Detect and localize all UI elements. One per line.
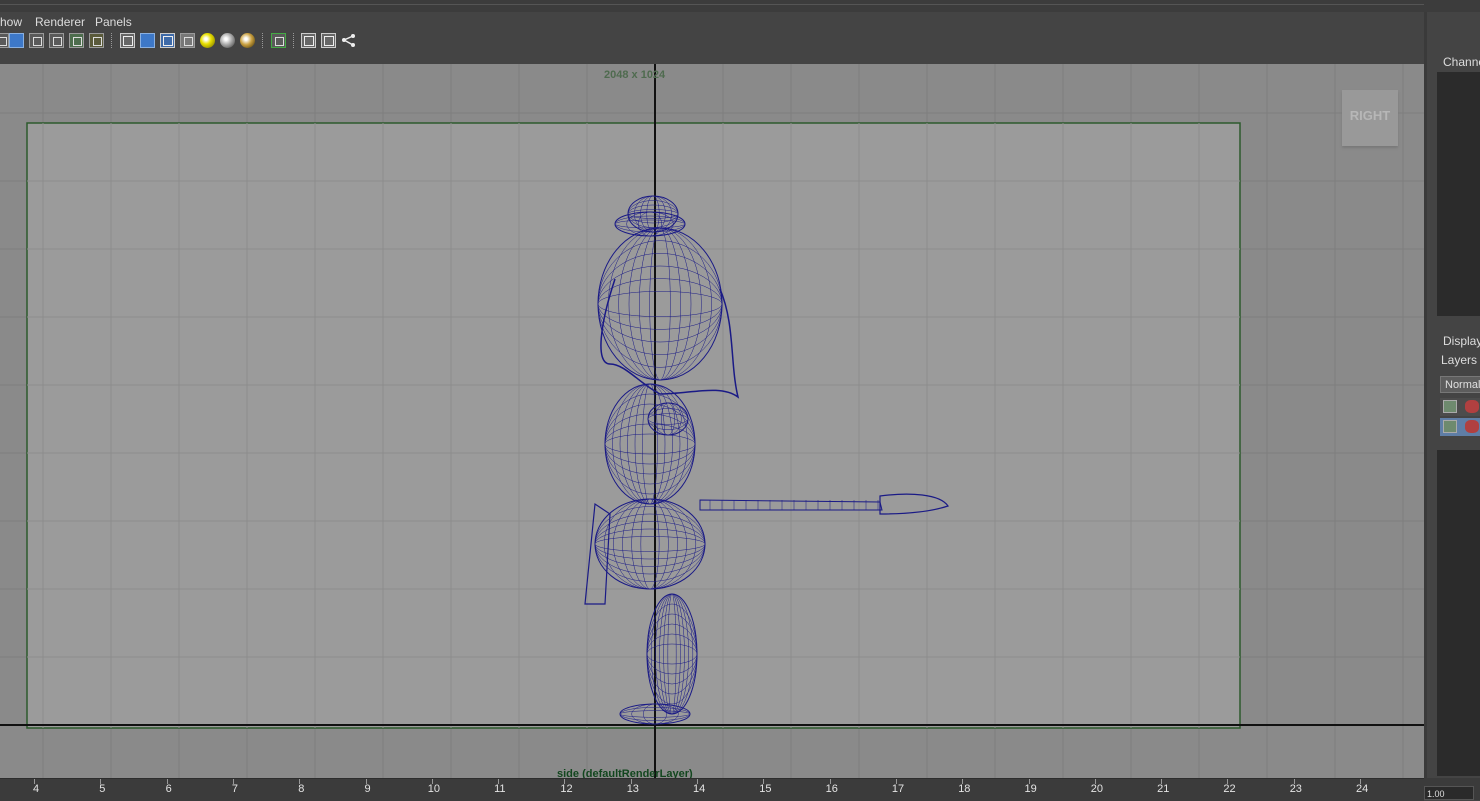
render-layer-icon[interactable] <box>1465 420 1479 433</box>
toolbar-separator <box>111 33 113 48</box>
time-frame-label: 23 <box>1289 783 1302 795</box>
default-material-icon[interactable] <box>140 33 155 48</box>
time-frame-label: 14 <box>693 783 706 795</box>
texture-icon[interactable] <box>69 33 84 48</box>
channel-box-title[interactable]: Channel <box>1443 55 1480 69</box>
hierarchy-icon[interactable] <box>341 33 356 48</box>
menu-renderer[interactable]: Renderer <box>35 15 85 29</box>
lambert-sphere-icon[interactable] <box>220 33 235 48</box>
isolate-icon[interactable] <box>120 33 135 48</box>
layer-list-box[interactable] <box>1437 450 1480 776</box>
layer-row[interactable] <box>1440 398 1480 416</box>
visibility-icon[interactable] <box>1443 400 1457 413</box>
bounding-box-icon[interactable] <box>49 33 64 48</box>
view-cube-label: RIGHT <box>1349 108 1391 123</box>
time-frame-label: 6 <box>165 783 172 795</box>
time-frame-label: 17 <box>891 783 905 795</box>
time-frame-label: 9 <box>364 783 371 795</box>
current-time-field-container: 1.00 <box>1424 778 1480 800</box>
side-viewport[interactable]: 2048 x 1024 side (defaultRenderLayer) RI… <box>0 64 1424 790</box>
tab-layers[interactable]: Layers <box>1441 353 1477 367</box>
visibility-icon[interactable] <box>1443 420 1457 433</box>
time-frame-label: 21 <box>1157 783 1170 795</box>
xray-icon[interactable] <box>160 33 175 48</box>
render-layer-icon[interactable] <box>1465 400 1479 413</box>
time-frame-label: 18 <box>958 783 971 795</box>
tab-display[interactable]: Display <box>1443 334 1480 348</box>
smooth-shade-icon[interactable] <box>29 33 44 48</box>
menu-panels[interactable]: Panels <box>95 15 132 29</box>
layer-row-selected[interactable] <box>1440 418 1480 436</box>
time-frame-label: 5 <box>99 783 106 795</box>
wireframe-icon[interactable] <box>0 33 9 48</box>
time-frame-label: 24 <box>1356 783 1369 795</box>
viewport-menubar: how Renderer Panels <box>0 12 1424 30</box>
time-frame-label: 10 <box>427 783 441 795</box>
frame-selected-icon[interactable] <box>321 33 336 48</box>
text-icon[interactable] <box>89 33 104 48</box>
viewport-toolbar <box>0 30 1424 52</box>
time-frame-label: 20 <box>1090 783 1104 795</box>
time-slider[interactable]: 4 5 6 7 8 9 10 11 12 13 14 15 16 17 18 19 20 21 22 23 24 <box>0 778 1424 801</box>
toolbar-separator <box>293 33 295 48</box>
time-frame-label: 22 <box>1223 783 1236 795</box>
time-frame-label: 8 <box>298 783 305 795</box>
gold-sphere-icon[interactable] <box>240 33 255 48</box>
shaded-icon[interactable] <box>9 33 24 48</box>
current-time-field[interactable]: 1.00 <box>1424 786 1474 800</box>
time-frame-label: 15 <box>759 783 772 795</box>
view-cube[interactable]: RIGHT <box>1342 90 1398 146</box>
time-frame-label: 19 <box>1024 783 1037 795</box>
light-icon[interactable] <box>200 33 215 48</box>
current-time-value: 1.00 <box>1427 789 1445 799</box>
channel-box[interactable] <box>1437 72 1480 316</box>
time-frame-label: 16 <box>825 783 838 795</box>
layer-blend-dropdown[interactable]: Normal <box>1440 376 1480 393</box>
menu-show[interactable]: how <box>0 15 22 29</box>
resolution-label: 2048 x 1024 <box>604 69 666 81</box>
viewport-panel: how Renderer Panels 2048 x 1024 side (de… <box>0 12 1424 790</box>
time-frame-label: 12 <box>560 783 573 795</box>
time-frame-label: 4 <box>33 783 40 795</box>
viewport-canvas[interactable] <box>0 64 1424 790</box>
select-camera-icon[interactable] <box>271 33 286 48</box>
toolbar-separator <box>262 33 264 48</box>
side-panel: Channel Display Layers Normal <box>1424 12 1480 778</box>
time-frame-label: 13 <box>626 783 639 795</box>
time-frame-label: 11 <box>494 783 506 795</box>
time-frame-label: 7 <box>231 783 239 795</box>
layer-blend-value: Normal <box>1445 379 1480 391</box>
frame-all-icon[interactable] <box>301 33 316 48</box>
checker-icon[interactable] <box>180 33 195 48</box>
